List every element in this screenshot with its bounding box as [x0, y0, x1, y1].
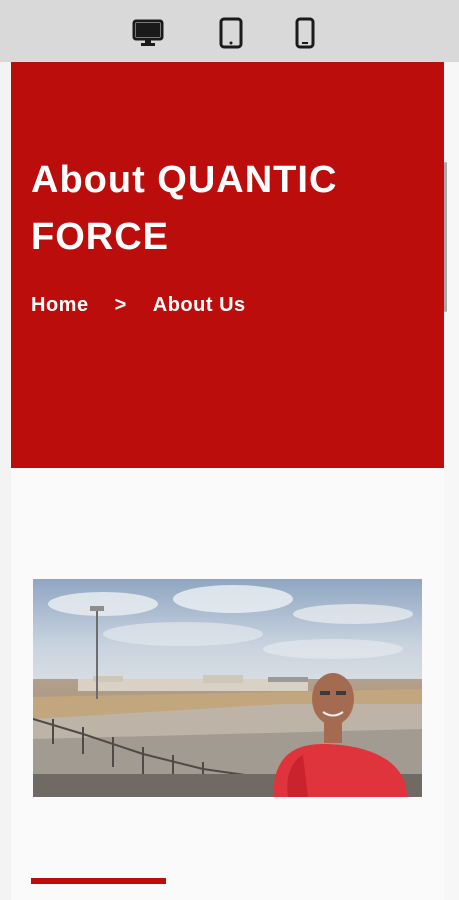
hero-banner: About QUANTIC FORCE Home > About Us: [11, 62, 444, 468]
scrollbar[interactable]: [444, 62, 459, 900]
mobile-icon: [295, 17, 315, 49]
mobile-view-button[interactable]: [290, 16, 320, 50]
section-divider: [31, 878, 166, 884]
tablet-icon: [219, 17, 243, 49]
photo-icon: [33, 579, 422, 797]
breadcrumb-home-link[interactable]: Home: [31, 294, 89, 317]
breadcrumb: Home > About Us: [31, 294, 246, 317]
desktop-view-button[interactable]: [130, 16, 166, 50]
breadcrumb-separator: >: [114, 294, 127, 316]
tablet-view-button[interactable]: [214, 16, 248, 50]
scrollbar-thumb[interactable]: [444, 162, 447, 312]
device-toolbar: [0, 0, 459, 62]
page-title: About QUANTIC FORCE: [31, 159, 338, 258]
breadcrumb-current: About Us: [152, 294, 246, 316]
page-preview: About QUANTIC FORCE Home > About Us: [11, 62, 444, 900]
about-photo: [33, 579, 422, 797]
desktop-icon: [132, 19, 164, 46]
